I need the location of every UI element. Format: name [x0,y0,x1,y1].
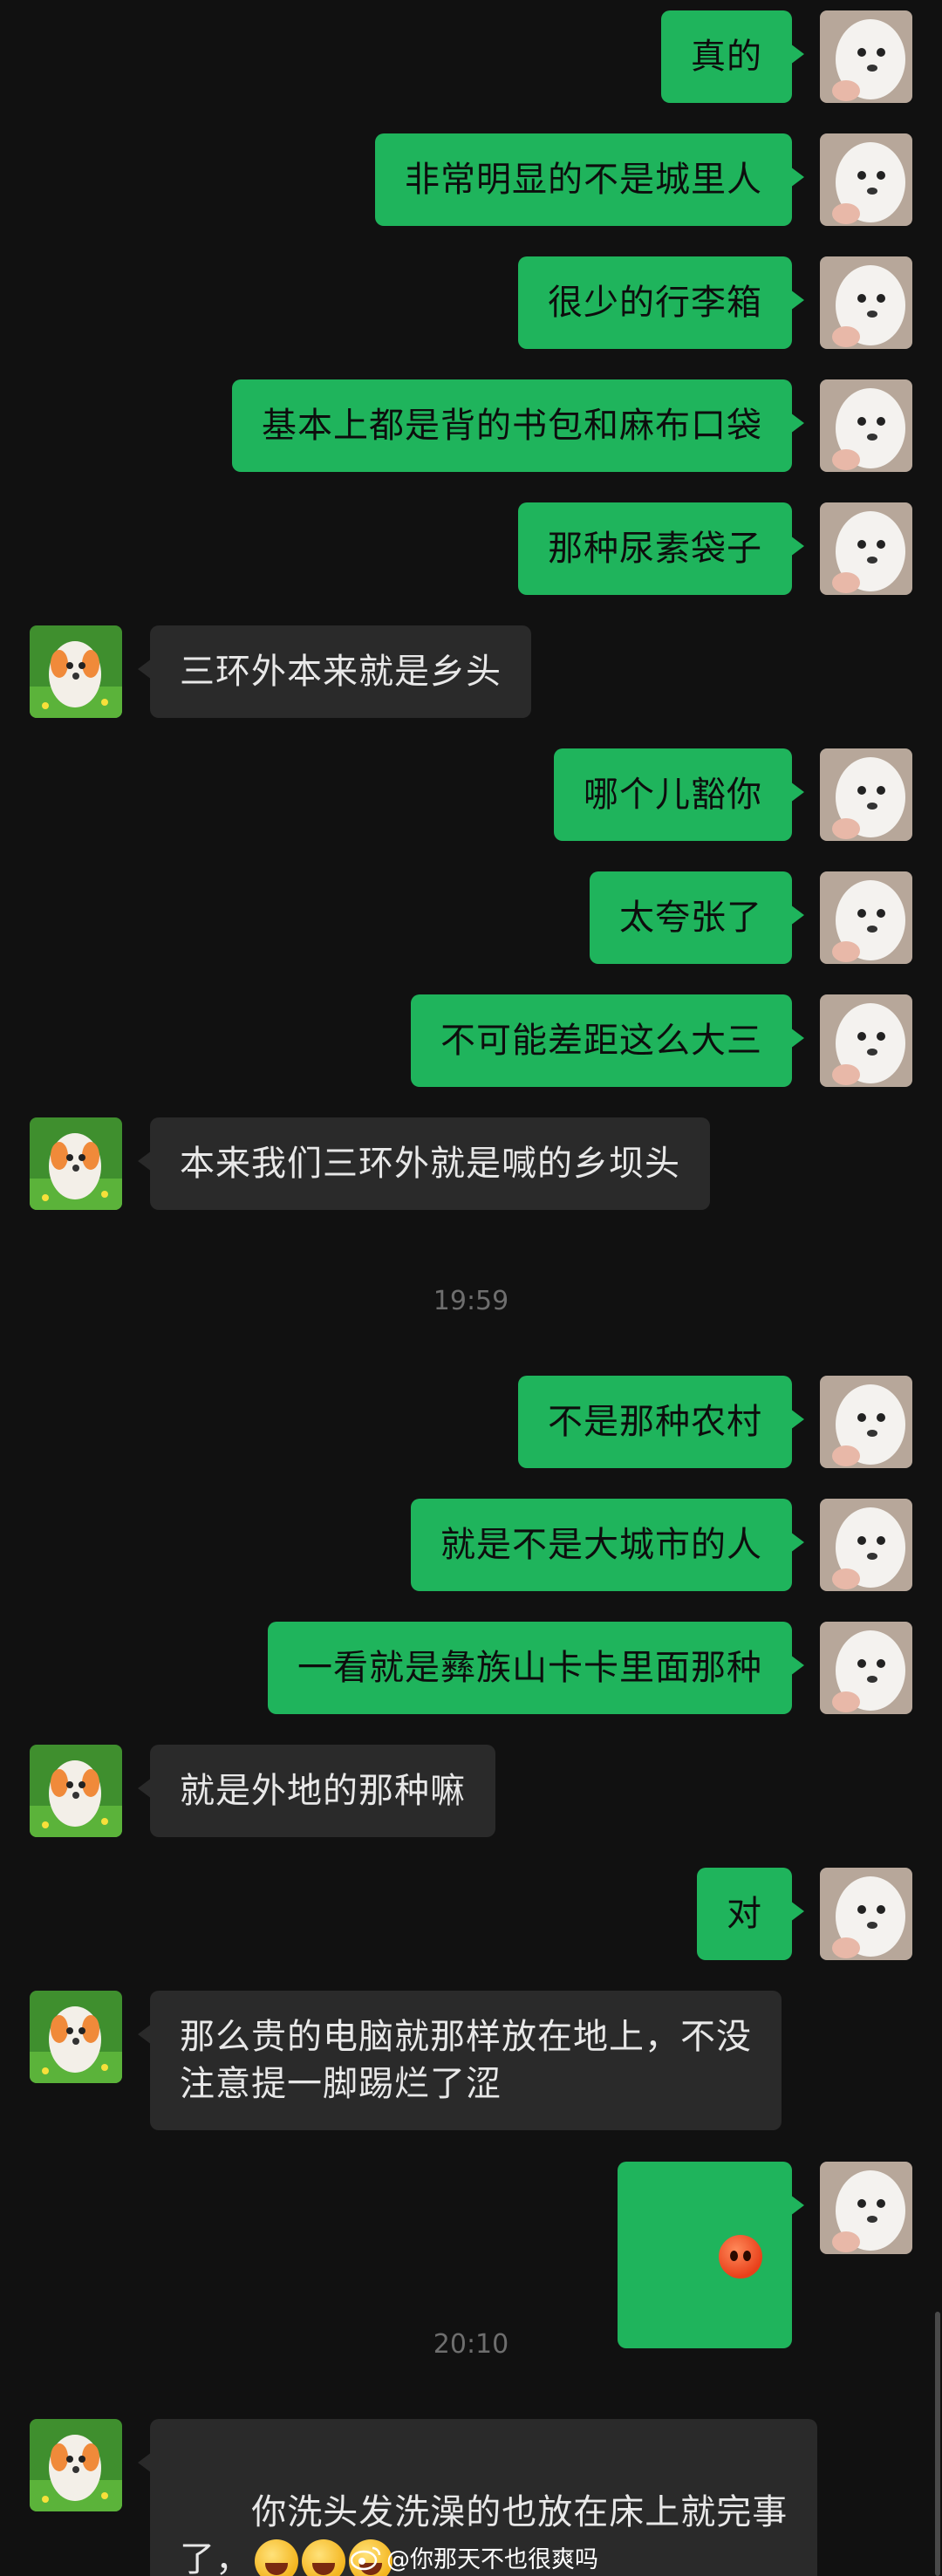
weibo-logo-icon [350,2546,381,2570]
received-message-bubble[interactable]: 就是外地的那种嘛 [138,1745,495,1837]
sent-message-bubble[interactable]: 基本上都是背的书包和麻布口袋 [232,379,804,472]
sent-message-bubble[interactable]: 一看就是彝族山卡卡里面那种 [268,1622,804,1714]
my-avatar[interactable] [820,379,912,472]
scrollbar[interactable] [935,2312,940,2576]
received-message-bubble[interactable]: 三环外本来就是乡头 [138,625,531,718]
chat-view: 真的 非常明显的不是城里人 很少的行李箱 基本上都是背的书包和麻布口袋 那种尿素… [0,0,942,2576]
my-avatar[interactable] [820,1376,912,1468]
sent-message-bubble[interactable]: 就是不是大城市的人 [411,1499,804,1591]
sent-message-bubble[interactable]: 很少的行李箱 [518,256,804,349]
sent-message-bubble[interactable]: 哪个儿豁你 [554,748,804,841]
my-avatar[interactable] [820,133,912,226]
timestamp: 19:59 [433,1286,509,1316]
angry-face-icon [719,2235,762,2279]
sent-message-bubble[interactable]: 不是那种农村 [518,1376,804,1468]
contact-avatar[interactable] [30,1117,122,1210]
contact-avatar[interactable] [30,2419,122,2511]
received-message-bubble[interactable]: 本来我们三环外就是喊的乡坝头 [138,1117,710,1210]
watermark-text: @你那天不也很爽吗 [386,2546,598,2573]
my-avatar[interactable] [820,1868,912,1960]
watermark: @你那天不也很爽吗 [350,2540,598,2574]
contact-avatar[interactable] [30,1991,122,2083]
my-avatar[interactable] [820,871,912,964]
sent-message-bubble[interactable]: 不可能差距这么大三 [411,994,804,1087]
sent-message-bubble[interactable] [617,2162,805,2348]
timestamp: 20:10 [433,2329,509,2360]
sent-message-bubble[interactable]: 太夸张了 [590,871,804,964]
laughing-emoji-icon [255,2539,298,2576]
my-avatar[interactable] [820,1499,912,1591]
my-avatar[interactable] [820,1622,912,1714]
my-avatar[interactable] [820,256,912,349]
my-avatar[interactable] [820,10,912,103]
sent-message-bubble[interactable]: 非常明显的不是城里人 [375,133,804,226]
my-avatar[interactable] [820,748,912,841]
my-avatar[interactable] [820,994,912,1087]
my-avatar[interactable] [820,2162,912,2254]
sent-message-bubble[interactable]: 那种尿素袋子 [518,502,804,595]
contact-avatar[interactable] [30,625,122,718]
received-message-bubble[interactable]: 那么贵的电脑就那样放在地上，不没 注意提一脚踢烂了涩 [138,1991,782,2130]
sent-message-bubble[interactable]: 对 [697,1868,804,1960]
my-avatar[interactable] [820,502,912,595]
laughing-emoji-icon [302,2539,345,2576]
sent-message-bubble[interactable]: 真的 [661,10,804,103]
contact-avatar[interactable] [30,1745,122,1837]
